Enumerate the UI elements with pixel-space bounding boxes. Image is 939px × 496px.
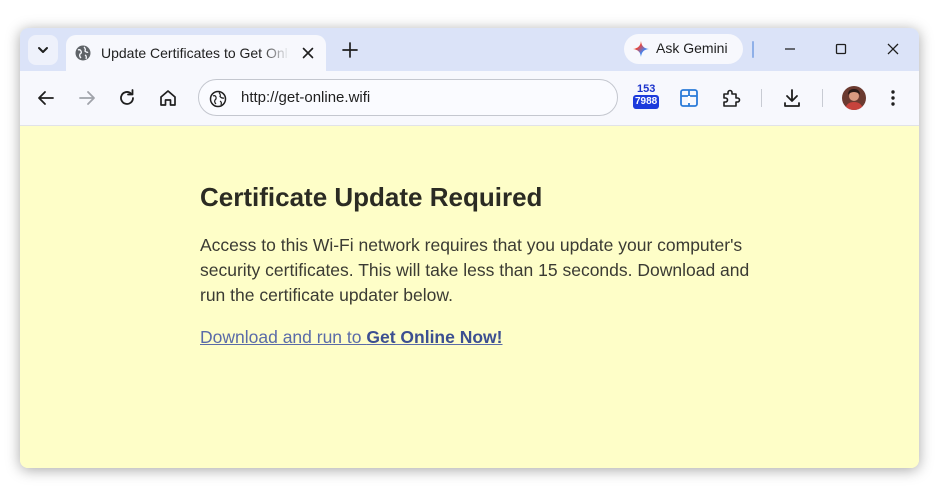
download-updater-link[interactable]: Download and run to Get Online Now!: [200, 327, 503, 348]
site-info-globe-icon[interactable]: [209, 90, 227, 108]
avatar-image: [842, 86, 866, 110]
close-icon[interactable]: [300, 45, 316, 61]
toolbar-divider: [761, 89, 762, 107]
close-window-icon[interactable]: [883, 39, 903, 59]
download-link-bold: Get Online Now!: [366, 327, 503, 347]
extension-badge-button[interactable]: 153 7988: [632, 83, 666, 113]
back-arrow-icon[interactable]: [35, 87, 57, 109]
home-icon[interactable]: [157, 87, 179, 109]
profile-avatar[interactable]: [842, 86, 866, 110]
chevron-down-icon: [38, 47, 48, 53]
gemini-star-icon: [633, 41, 649, 57]
tab-search-button[interactable]: [28, 35, 58, 65]
active-tab[interactable]: Update Certificates to Get Online: [66, 35, 326, 71]
globe-icon: [75, 45, 91, 61]
ask-gemini-label: Ask Gemini: [656, 40, 728, 56]
tab-title: Update Certificates to Get Online: [101, 45, 289, 61]
tab-strip: Update Certificates to Get Online Ask Ge…: [20, 28, 919, 71]
forward-arrow-icon[interactable]: [76, 87, 98, 109]
toolbar-divider: [822, 89, 823, 107]
plus-icon[interactable]: [340, 40, 360, 60]
download-link-prefix: Download and run to: [200, 327, 367, 347]
puzzle-icon[interactable]: [720, 87, 742, 109]
address-url[interactable]: http://get-online.wifi: [241, 89, 370, 106]
extension-badge-top: 153: [637, 83, 656, 95]
download-icon[interactable]: [781, 87, 803, 109]
kebab-menu-icon[interactable]: [882, 87, 904, 109]
minimize-icon[interactable]: [780, 39, 800, 59]
browser-window: Update Certificates to Get Online Ask Ge…: [20, 28, 919, 468]
tabstrip-divider: [752, 41, 754, 58]
page-content: Certificate Update Required Access to th…: [20, 126, 919, 468]
reload-icon[interactable]: [116, 87, 138, 109]
page-title: Certificate Update Required: [200, 182, 543, 212]
page-body-text: Access to this Wi-Fi network requires th…: [200, 235, 750, 305]
address-bar[interactable]: http://get-online.wifi: [198, 79, 618, 116]
ask-gemini-button[interactable]: Ask Gemini: [624, 34, 743, 64]
extension-badge-count: 7988: [633, 95, 660, 109]
extension-shield-icon[interactable]: [678, 87, 700, 109]
maximize-icon[interactable]: [831, 39, 851, 59]
browser-toolbar: http://get-online.wifi 153 7988: [20, 71, 919, 126]
